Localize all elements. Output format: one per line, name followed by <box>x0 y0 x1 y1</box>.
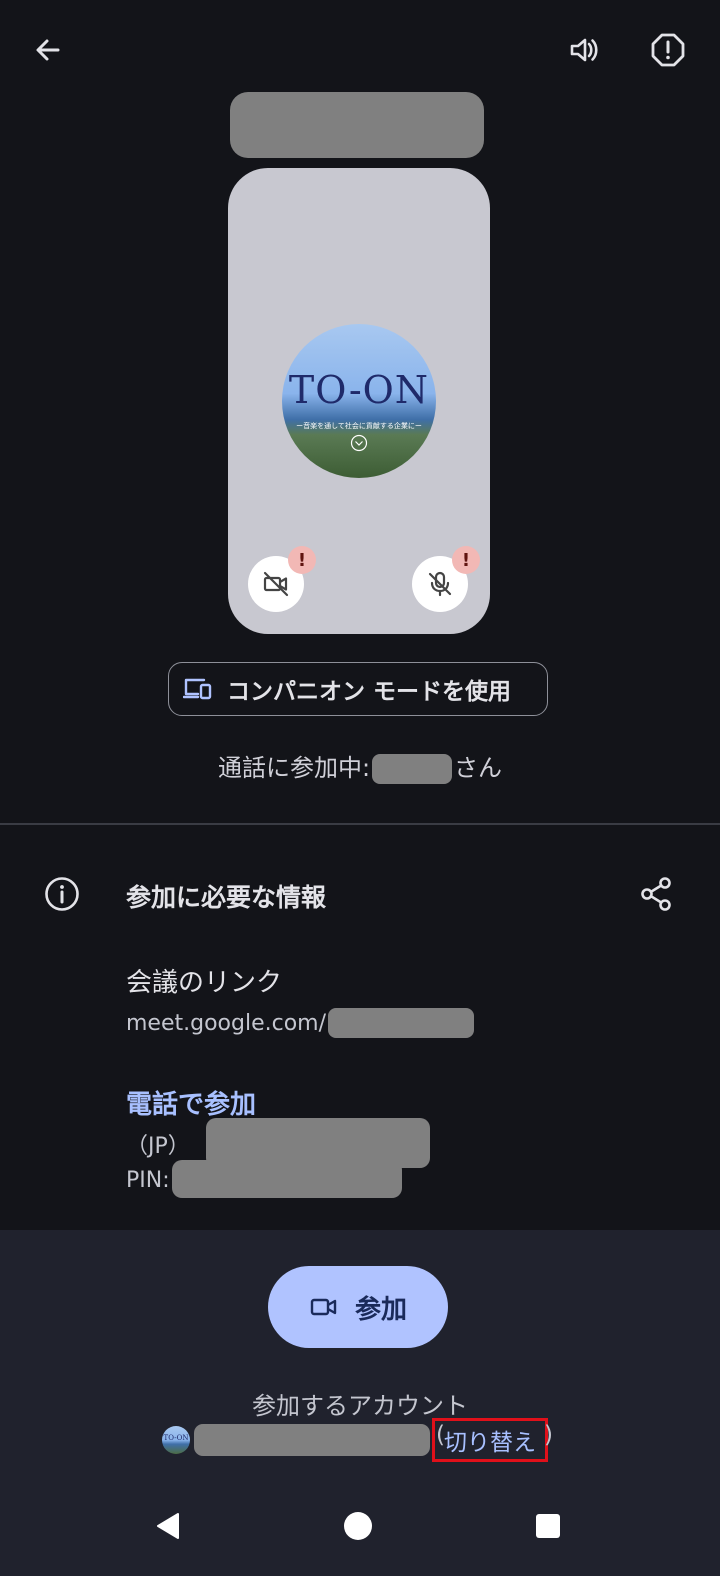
companion-mode-button[interactable]: コンパニオン モードを使用 <box>168 662 548 716</box>
join-button[interactable]: 参加 <box>268 1266 448 1348</box>
account-avatar-text: TO-ON <box>163 1434 189 1442</box>
account-avatar-large: TO-ON ー音楽を通して社会に貢献する企業にー <box>282 324 436 478</box>
user-name-redacted <box>372 754 453 784</box>
joining-suffix: さん <box>454 754 503 782</box>
self-preview-card: TO-ON ー音楽を通して社会に貢献する企業にー ! ! <box>228 168 490 634</box>
share-button[interactable] <box>628 866 684 922</box>
video-camera-icon <box>310 1298 337 1316</box>
join-by-phone-link[interactable]: 電話で参加 <box>126 1084 256 1121</box>
camera-off-icon <box>263 571 289 597</box>
mic-warning-badge: ! <box>452 546 480 574</box>
nav-back-icon <box>157 1513 179 1539</box>
pin-redacted <box>172 1160 402 1198</box>
account-avatar-small: TO-ON <box>162 1426 190 1454</box>
nav-home-button[interactable] <box>330 1498 386 1554</box>
nav-recents-button[interactable] <box>520 1498 576 1554</box>
meeting-link-value[interactable]: meet.google.com/ <box>126 1008 475 1038</box>
pin-label: PIN: <box>126 1168 170 1193</box>
meeting-name-redacted <box>230 92 484 158</box>
back-button[interactable] <box>20 22 76 78</box>
join-account-label: 参加するアカウント <box>252 1392 468 1420</box>
info-icon-wrap <box>44 876 80 916</box>
nav-back-button[interactable] <box>140 1498 196 1554</box>
section-divider <box>0 823 720 825</box>
meeting-code-redacted <box>328 1008 475 1038</box>
alert-octagon-icon <box>651 33 685 67</box>
avatar-logo-text: TO-ON <box>288 368 430 412</box>
share-icon <box>641 877 671 911</box>
switch-account-button[interactable]: 切り替え <box>432 1418 548 1462</box>
volume-icon <box>570 38 598 62</box>
joining-prefix: 通話に参加中: <box>217 754 371 782</box>
speaker-button[interactable] <box>556 22 612 78</box>
phone-country-label: （JP） <box>126 1134 190 1159</box>
close-paren: ) <box>544 1422 553 1448</box>
switch-account-label: 切り替え <box>444 1430 536 1456</box>
mic-off-icon <box>428 571 452 597</box>
join-label: 参加 <box>354 1294 407 1325</box>
companion-mode-label: コンパニオン モードを使用 <box>227 679 512 705</box>
meeting-link-prefix: meet.google.com/ <box>126 1010 327 1036</box>
nav-home-icon <box>344 1512 372 1540</box>
nav-recents-icon <box>536 1514 560 1538</box>
arrow-left-icon <box>36 39 60 61</box>
companion-devices-icon <box>183 678 212 700</box>
camera-warning-badge: ! <box>288 546 316 574</box>
report-button[interactable] <box>640 22 696 78</box>
account-email-redacted <box>194 1424 430 1456</box>
joining-as-text: 通話に参加中: さん <box>0 748 720 784</box>
meeting-link-label: 会議のリンク <box>126 968 283 998</box>
avatar-tagline: ー音楽を通して社会に貢献する企業にー <box>296 422 422 430</box>
chevron-down-circle-icon <box>350 434 368 452</box>
info-icon <box>45 877 79 911</box>
info-section-title: 参加に必要な情報 <box>126 883 327 912</box>
